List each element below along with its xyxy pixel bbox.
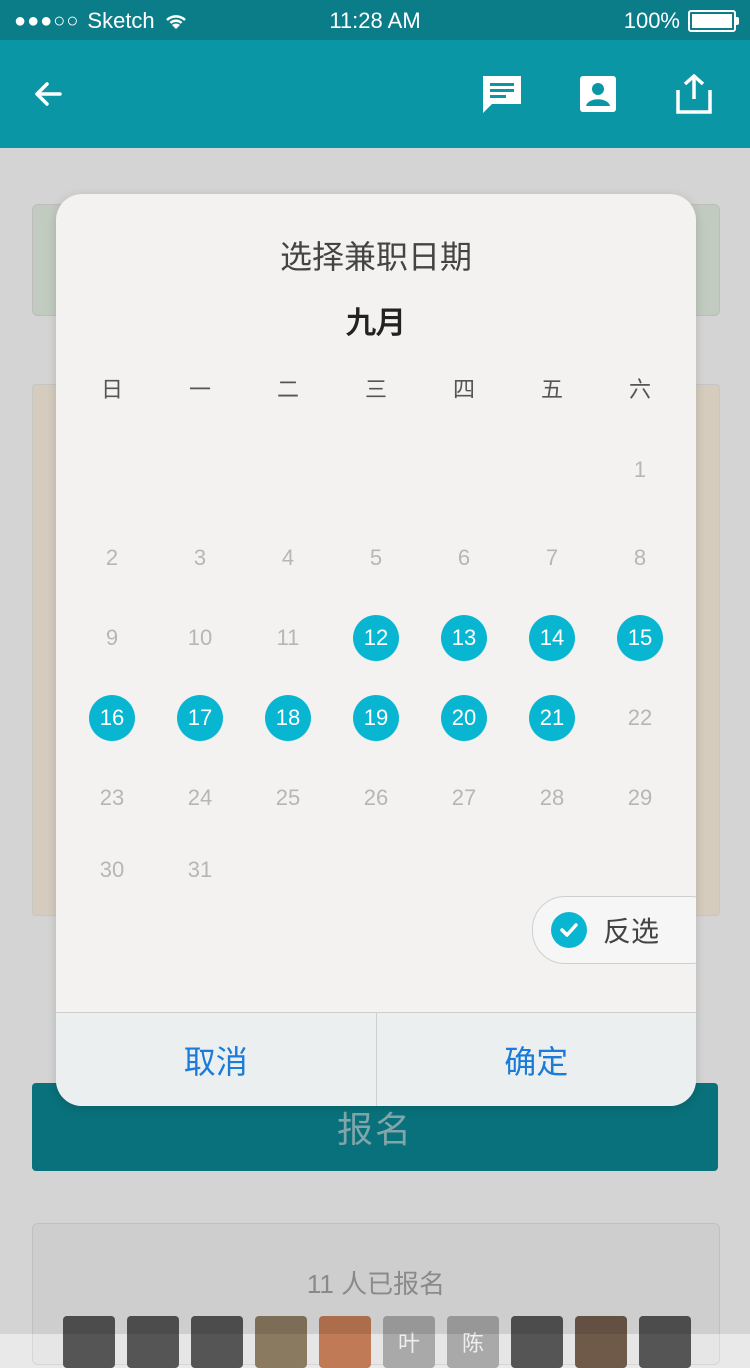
- calendar-day[interactable]: 28: [529, 775, 575, 821]
- back-button[interactable]: [22, 68, 74, 120]
- weekday-label: 五: [540, 377, 563, 402]
- weekday-label: 日: [100, 377, 123, 402]
- dialog-footer: 取消 确定: [56, 1012, 696, 1106]
- nav-bar: [0, 40, 750, 148]
- back-arrow-icon: [35, 82, 62, 106]
- weekday-label: 三: [364, 377, 387, 402]
- dialog-title: 选择兼职日期: [279, 239, 472, 275]
- calendar-day[interactable]: 26: [353, 775, 399, 821]
- calendar-day[interactable]: 27: [441, 775, 487, 821]
- calendar-day-selected[interactable]: 21: [529, 695, 575, 741]
- calendar-day[interactable]: 1: [617, 447, 663, 493]
- calendar-day[interactable]: 24: [177, 775, 223, 821]
- weekday-label: 一: [188, 377, 211, 402]
- calendar-day-selected[interactable]: 17: [177, 695, 223, 741]
- invert-label: 反选: [603, 916, 660, 947]
- date-picker-dialog: 选择兼职日期 九月 日一二三四五六 1 2 3 4 5 6 7 8 9 10 11 12 13 14 15 1…: [56, 194, 696, 1106]
- calendar-day[interactable]: 5: [353, 535, 399, 581]
- calendar-day[interactable]: 3: [177, 535, 223, 581]
- calendar-day-selected[interactable]: 19: [353, 695, 399, 741]
- calendar-day[interactable]: 25: [265, 775, 311, 821]
- calendar-day-selected[interactable]: 13: [441, 615, 487, 661]
- invert-selection-toggle[interactable]: 反选: [532, 896, 696, 964]
- calendar-day[interactable]: 31: [177, 847, 223, 893]
- checkmark-icon: [551, 912, 587, 948]
- contact-icon: [580, 76, 616, 112]
- calendar-day[interactable]: 4: [265, 535, 311, 581]
- calendar-day[interactable]: 9: [89, 615, 135, 661]
- calendar-day[interactable]: 22: [617, 695, 663, 741]
- calendar-day[interactable]: 23: [89, 775, 135, 821]
- calendar-day[interactable]: 30: [89, 847, 135, 893]
- confirm-button[interactable]: 确定: [375, 1013, 697, 1106]
- calendar-day-selected[interactable]: 20: [441, 695, 487, 741]
- weekday-label: 二: [276, 377, 299, 402]
- cancel-button[interactable]: 取消: [56, 1013, 376, 1106]
- chat-icon: [483, 76, 521, 113]
- calendar-day[interactable]: 6: [441, 535, 487, 581]
- calendar-day-selected[interactable]: 18: [265, 695, 311, 741]
- calendar-day-selected[interactable]: 16: [89, 695, 135, 741]
- calendar-day-selected[interactable]: 15: [617, 615, 663, 661]
- month-label: 九月: [346, 307, 406, 340]
- share-button[interactable]: [668, 68, 720, 120]
- battery-percent: 100%: [623, 8, 680, 33]
- status-bar: ●●●○○ Sketch 11:28 AM 100%: [0, 0, 750, 40]
- weekday-label: 四: [452, 377, 475, 402]
- calendar-day-selected[interactable]: 14: [529, 615, 575, 661]
- calendar-day[interactable]: 11: [265, 615, 311, 661]
- contact-button[interactable]: [572, 68, 624, 120]
- chat-button[interactable]: [476, 68, 528, 120]
- calendar-day[interactable]: 29: [617, 775, 663, 821]
- calendar-day[interactable]: 10: [177, 615, 223, 661]
- calendar-day[interactable]: 2: [89, 535, 135, 581]
- weekday-label: 六: [628, 377, 651, 402]
- calendar-day[interactable]: 7: [529, 535, 575, 581]
- battery-icon: [688, 10, 739, 32]
- calendar-day-selected[interactable]: 12: [353, 615, 399, 661]
- share-icon: [676, 74, 712, 114]
- calendar-day[interactable]: 8: [617, 535, 663, 581]
